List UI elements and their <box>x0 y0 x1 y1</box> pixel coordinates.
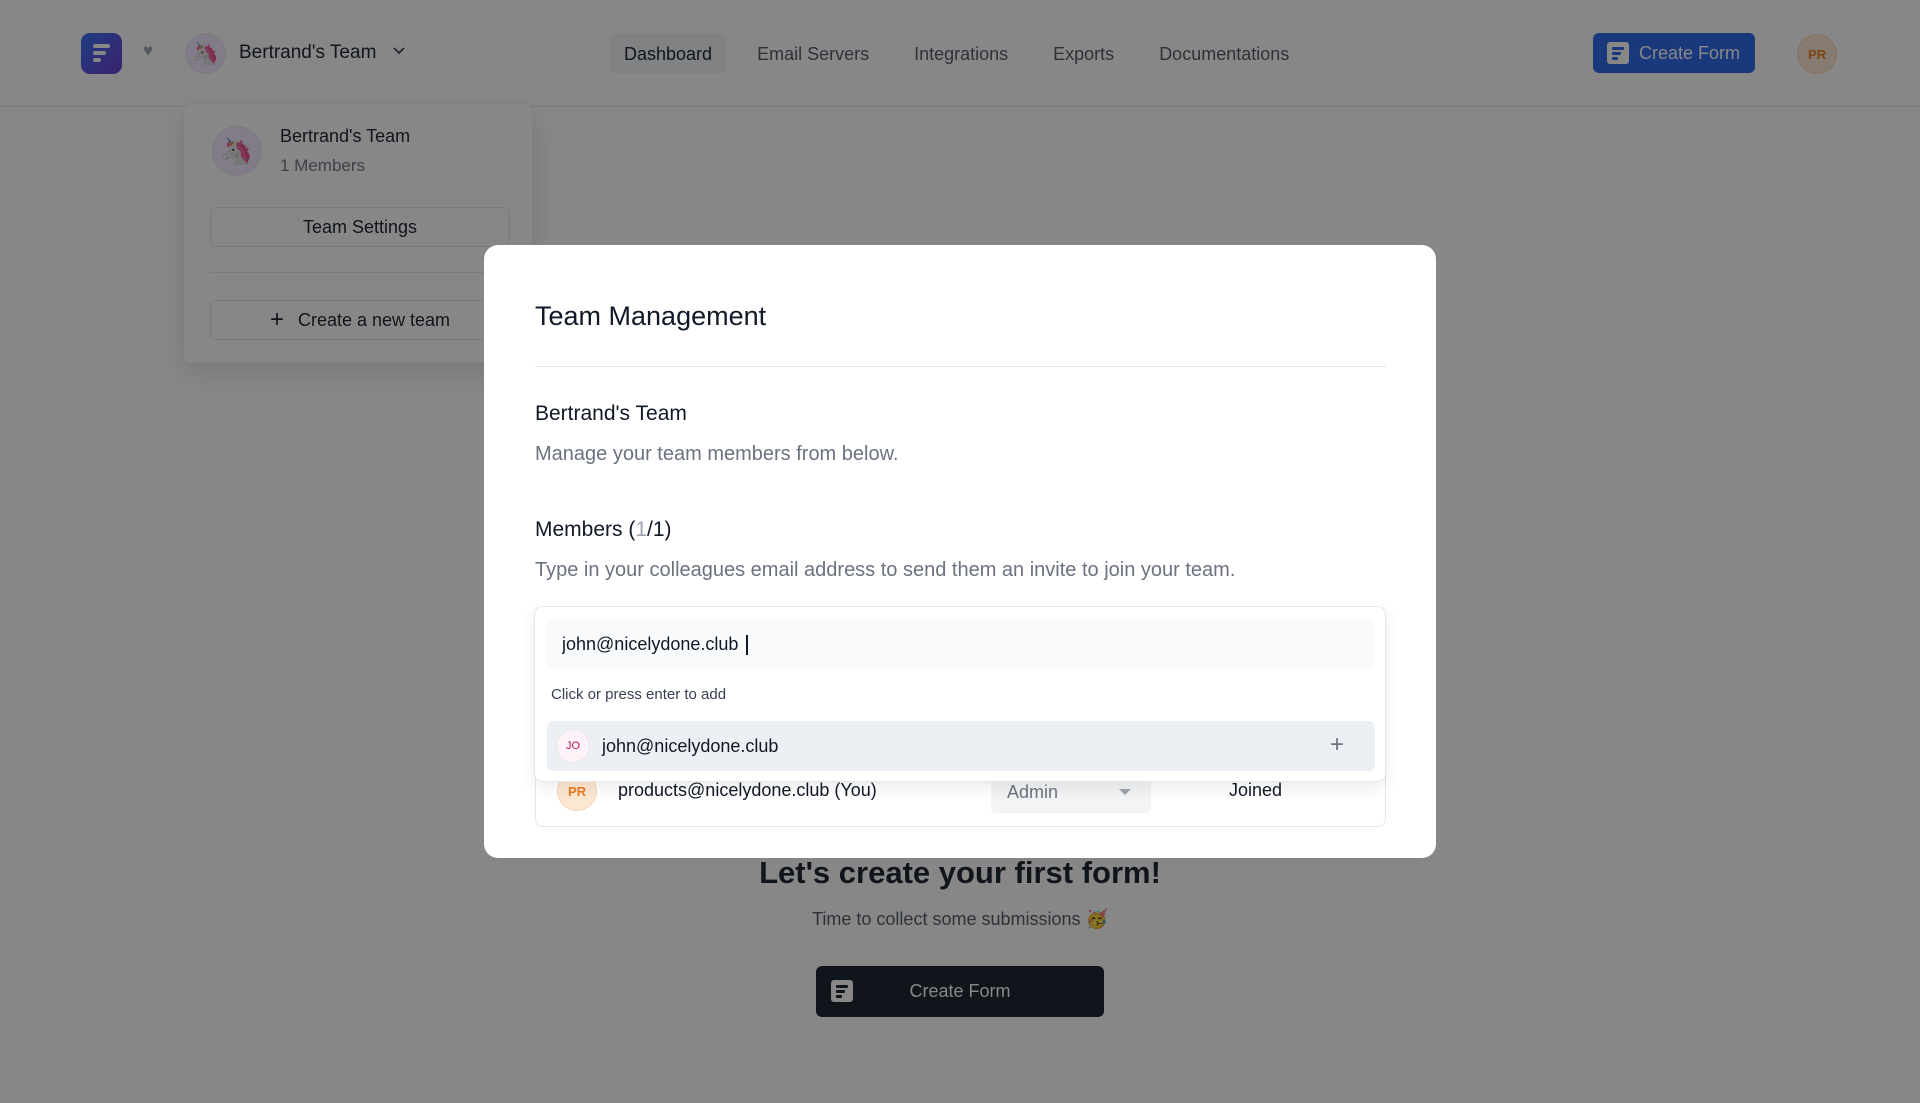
members-subtitle: Type in your colleagues email address to… <box>535 559 1236 581</box>
caret-down-icon <box>1119 789 1131 795</box>
members-heading: Members (1/1) <box>535 518 672 542</box>
member-role-value: Admin <box>1007 782 1059 802</box>
plus-icon[interactable]: + <box>1330 731 1344 759</box>
invite-email-input[interactable] <box>547 619 1375 669</box>
invite-suggestion[interactable]: JO john@nicelydone.club + <box>547 721 1375 771</box>
members-heading-suffix: /1) <box>647 518 672 541</box>
members-count: 1 <box>635 518 648 541</box>
suggestion-avatar: JO <box>556 729 590 763</box>
section-team-name: Bertrand's Team <box>535 402 687 425</box>
text-cursor <box>746 635 748 655</box>
suggestion-email: john@nicelydone.club <box>602 736 779 756</box>
divider <box>535 366 1386 367</box>
member-email: products@nicelydone.club (You) <box>618 780 877 800</box>
modal-title: Team Management <box>535 301 767 331</box>
section-team-subtitle: Manage your team members from below. <box>535 443 899 465</box>
invite-hint: Click or press enter to add <box>551 686 727 703</box>
member-status: Joined <box>1229 780 1283 800</box>
invite-autocomplete: Click or press enter to add JO john@nice… <box>534 606 1386 782</box>
members-heading-prefix: Members ( <box>535 518 636 541</box>
